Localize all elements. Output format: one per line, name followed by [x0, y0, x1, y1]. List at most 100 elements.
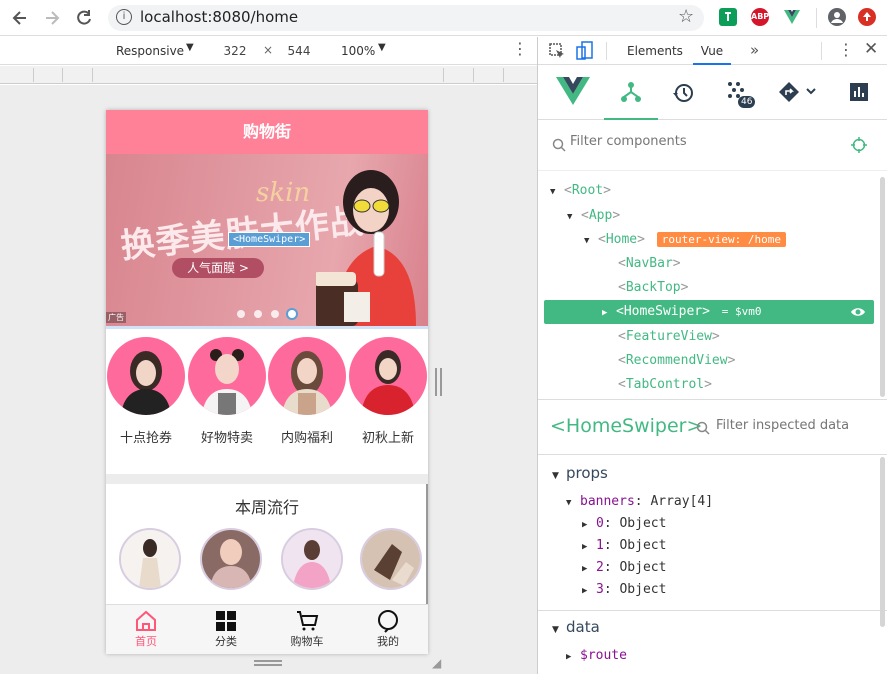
performance-icon[interactable]: [849, 82, 869, 106]
more-vertical-icon[interactable]: ⋮: [512, 39, 528, 58]
expand-triangle-icon[interactable]: ▼: [552, 471, 566, 481]
expand-triangle-icon[interactable]: ▼: [552, 625, 566, 635]
filter-components-input[interactable]: [570, 134, 840, 149]
tab-category[interactable]: 分类: [186, 609, 266, 649]
router-view-badge: router-view: /home: [656, 232, 787, 247]
feature-item-image[interactable]: [200, 528, 262, 590]
vue-devtools-icon[interactable]: [783, 8, 801, 26]
prop-banners[interactable]: ▼ banners: Array[4]: [538, 491, 713, 513]
url-text[interactable]: localhost:8080/home: [140, 8, 298, 26]
recommend-item[interactable]: 初秋上新: [348, 337, 428, 446]
expand-triangle-icon[interactable]: ▼: [550, 180, 564, 204]
components-tab[interactable]: [604, 66, 658, 120]
tab-vue[interactable]: Vue: [693, 37, 731, 65]
resize-handle-right[interactable]: [435, 368, 442, 396]
device-toggle-icon[interactable]: [576, 41, 594, 64]
tree-scrollbar[interactable]: [880, 177, 885, 397]
swiper-dot[interactable]: [271, 310, 279, 318]
data-route[interactable]: ▶ $route: [538, 645, 627, 667]
tab-profile[interactable]: 我的: [348, 609, 428, 649]
vuex-icon[interactable]: 46: [726, 80, 756, 108]
media-query-ruler[interactable]: [0, 66, 537, 84]
abp-icon[interactable]: ABP: [751, 8, 769, 26]
swiper-dot[interactable]: [237, 310, 245, 318]
home-swiper-banner[interactable]: skin 换季美肤大作战 人气面膜 > <HomeSwiper> 广告: [106, 154, 428, 326]
prop-item[interactable]: ▶ 1: Object: [538, 535, 666, 557]
routing-icon[interactable]: [778, 81, 818, 107]
tree-node-recommendview[interactable]: <RecommendView>: [538, 349, 878, 373]
resize-handle-bottom[interactable]: [254, 660, 282, 666]
toolbar-divider: [816, 8, 817, 28]
devtools-panel: Elements Vue » ⋮ ✕ 46 Filter components …: [537, 37, 887, 674]
expand-triangle-icon: ▶: [582, 520, 588, 530]
more-vertical-icon[interactable]: ⋮: [838, 40, 854, 59]
recommend-item[interactable]: 好物特卖: [187, 337, 267, 446]
tab-label: 购物车: [290, 635, 324, 648]
tree-node-backtop[interactable]: <BackTop>: [538, 276, 878, 300]
banner-cta-button[interactable]: 人气面膜 >: [172, 258, 264, 278]
feature-item-image[interactable]: [360, 528, 422, 590]
recommend-view: 十点抢券 好物特卖 内购福利 初秋上新: [106, 326, 428, 474]
recommend-label: 内购福利: [280, 431, 333, 446]
tab-label: 分类: [215, 635, 237, 648]
bookmark-star-icon[interactable]: ☆: [678, 6, 694, 27]
tab-home[interactable]: 首页: [106, 609, 186, 649]
tree-node-tabcontrol[interactable]: <TabControl>: [538, 373, 878, 397]
more-tabs-icon[interactable]: »: [750, 41, 759, 59]
chevron-down-icon[interactable]: ▼: [186, 42, 194, 53]
reload-icon[interactable]: [74, 8, 94, 28]
tab-elements[interactable]: Elements: [627, 44, 683, 58]
back-icon[interactable]: [10, 8, 30, 28]
info-icon[interactable]: i: [116, 9, 132, 25]
tree-node-homeswiper-selected[interactable]: ▶ <HomeSwiper> = $vm0: [544, 300, 874, 324]
dimension-separator: ×: [263, 43, 274, 57]
swiper-dot[interactable]: [254, 310, 262, 318]
device-mode-select[interactable]: Responsive: [116, 44, 184, 58]
zoom-select[interactable]: 100%: [341, 44, 375, 58]
expand-triangle-icon[interactable]: ▼: [584, 229, 598, 253]
vm-reference: = $vm0: [721, 305, 762, 318]
close-icon[interactable]: ✕: [864, 39, 878, 59]
resize-corner-icon[interactable]: ◢: [432, 656, 441, 670]
target-icon[interactable]: [850, 136, 868, 158]
tree-node-app[interactable]: ▼ <App>: [538, 204, 878, 228]
props-section[interactable]: ▼ props: [538, 464, 608, 482]
forward-icon[interactable]: [42, 8, 62, 28]
vue-devtools-toolbar: 46: [538, 66, 887, 120]
data-section[interactable]: ▼ data: [538, 618, 600, 636]
inspect-element-icon[interactable]: [548, 42, 566, 63]
history-icon[interactable]: [672, 82, 694, 108]
recommend-avatar: [107, 337, 185, 415]
inspector-scrollbar[interactable]: [880, 457, 885, 627]
prop-item[interactable]: ▶ 3: Object: [538, 579, 666, 601]
prop-item[interactable]: ▶ 2: Object: [538, 557, 666, 579]
device-height-input[interactable]: 544: [277, 40, 321, 62]
chevron-down-icon[interactable]: ▼: [378, 42, 386, 53]
prop-item[interactable]: ▶ 0: Object: [538, 513, 666, 535]
recommend-avatar: [349, 337, 427, 415]
adblock-icon[interactable]: [719, 8, 737, 26]
filter-inspected-input[interactable]: [716, 418, 876, 433]
tree-node-root[interactable]: ▼ <Root>: [538, 179, 878, 203]
recommend-item[interactable]: 内购福利: [267, 337, 347, 446]
profile-icon[interactable]: [828, 8, 846, 26]
device-width-input[interactable]: 322: [213, 40, 257, 62]
tab-cart[interactable]: 购物车: [267, 609, 347, 649]
feature-title: 本周流行: [234, 498, 299, 517]
feature-item-image[interactable]: [281, 528, 343, 590]
tab-label: 我的: [377, 635, 399, 648]
recommend-item[interactable]: 十点抢券: [106, 337, 186, 446]
tree-node-featureview[interactable]: <FeatureView>: [538, 325, 878, 349]
tree-node-home[interactable]: ▼ <Home> router-view: /home: [538, 228, 878, 252]
expand-triangle-icon[interactable]: ▼: [567, 205, 581, 229]
device-toolbar: Responsive ▼ 322 × 544 100% ▼ ⋮: [0, 37, 537, 65]
device-screen: 购物街 skin 换季美肤大作战 人气面膜 > <HomeSwiper> 广告: [106, 110, 428, 654]
expand-triangle-icon[interactable]: ▶: [602, 301, 616, 325]
vue-logo-icon: [556, 76, 590, 110]
expand-triangle-icon[interactable]: ▼: [566, 492, 580, 514]
swiper-dot-active[interactable]: [288, 310, 296, 318]
inspector-header: <HomeSwiper>: [538, 399, 887, 455]
tree-node-navbar[interactable]: <NavBar>: [538, 252, 878, 276]
feature-item-image[interactable]: [119, 528, 181, 590]
update-icon[interactable]: [858, 8, 876, 26]
